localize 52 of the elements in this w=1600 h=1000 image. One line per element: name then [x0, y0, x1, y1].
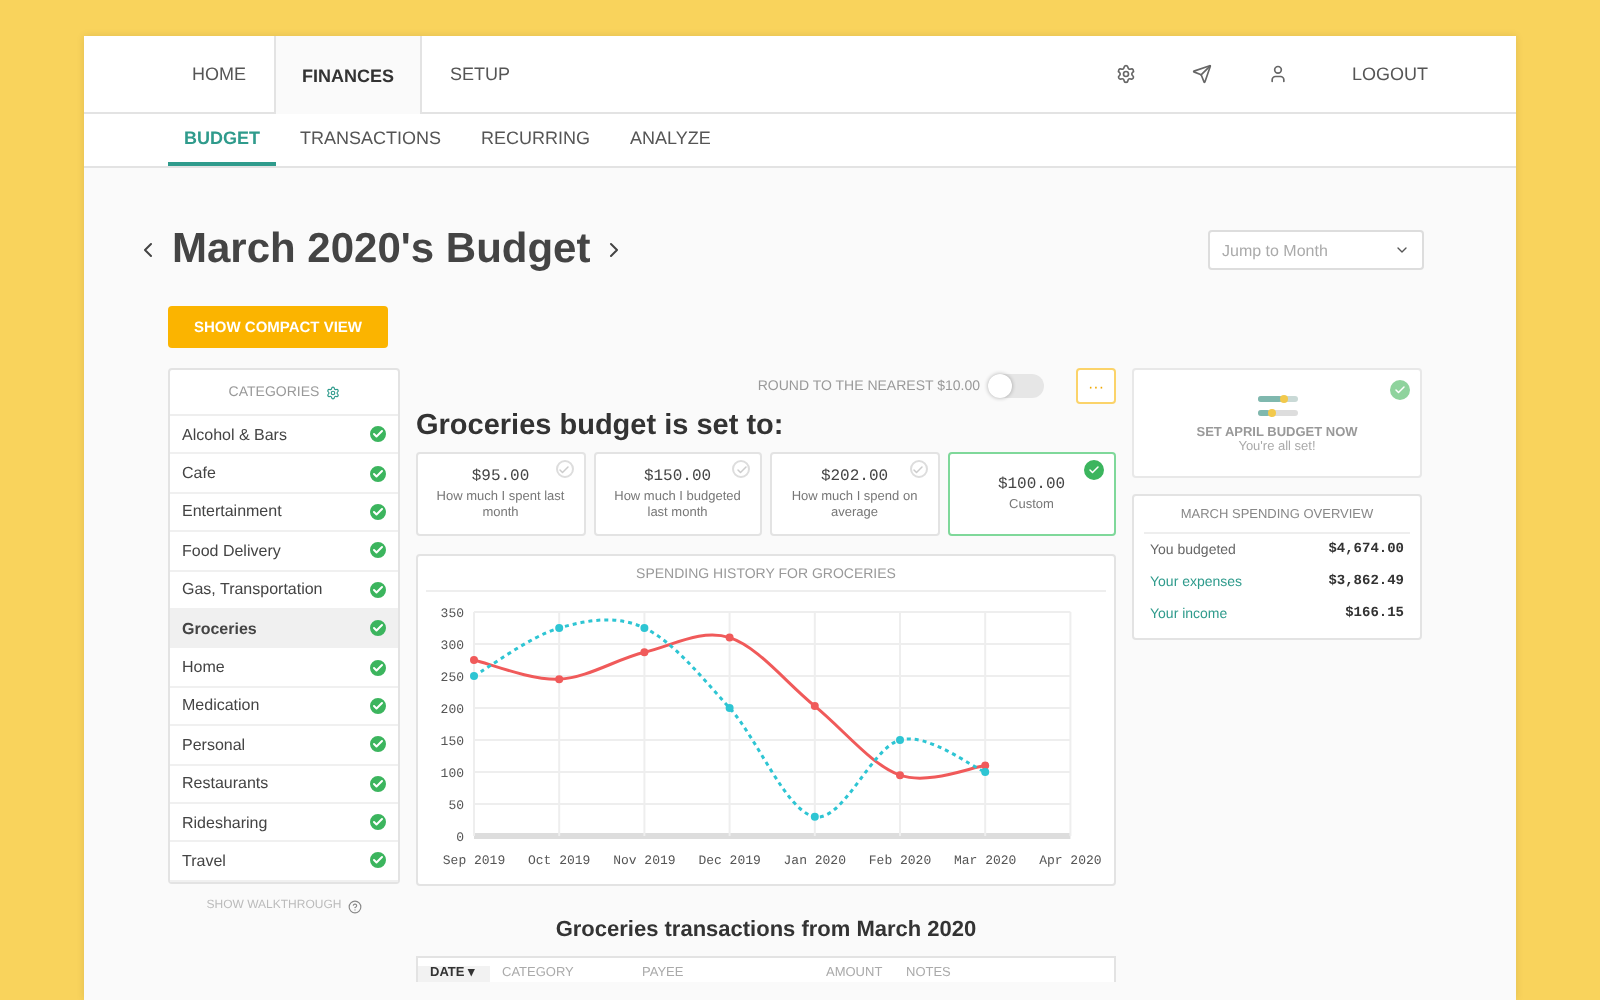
budget-heading: Groceries budget is set to:	[416, 410, 786, 442]
check-icon	[1084, 460, 1104, 480]
option-amount: $202.00	[820, 467, 889, 485]
category-item[interactable]: Groceries	[170, 609, 398, 649]
category-label: Groceries	[182, 619, 257, 638]
data-point	[896, 736, 904, 744]
paper-plane-icon[interactable]	[1191, 64, 1212, 84]
transactions-title: Groceries transactions from March 2020	[553, 918, 979, 942]
category-label: Personal	[182, 735, 246, 754]
caret-icon	[1394, 242, 1410, 258]
category-label: Travel	[182, 851, 226, 870]
data-point	[470, 656, 478, 664]
category-label: Food Delivery	[182, 541, 281, 560]
category-item[interactable]: Medication	[170, 687, 398, 727]
logout-link[interactable]: LOGOUT	[1351, 64, 1428, 84]
check-icon	[909, 460, 927, 478]
data-point	[896, 771, 904, 780]
data-point	[810, 812, 819, 821]
data-point	[640, 624, 649, 632]
data-point	[555, 675, 564, 684]
round-toggle-switch[interactable]	[988, 374, 1044, 398]
page-title: March 2020's Budget	[172, 226, 591, 274]
sliders-icon	[1257, 393, 1297, 419]
option-amount: $100.00	[997, 475, 1066, 493]
option-amount: $95.00	[471, 467, 530, 485]
category-label: Restaurants	[182, 774, 269, 793]
data-point	[810, 702, 819, 711]
category-item[interactable]: Restaurants	[170, 765, 398, 804]
data-point	[555, 624, 564, 632]
nav-tab[interactable]: FINANCES	[274, 36, 423, 114]
sub-nav-tab[interactable]: RECURRING	[465, 114, 607, 166]
help-icon[interactable]	[347, 899, 362, 914]
category-label: Ridesharing	[182, 813, 268, 832]
check-icon	[732, 460, 750, 478]
category-label: Entertainment	[182, 502, 282, 521]
category-label: Alcohol & Bars	[182, 425, 287, 444]
category-label: Cafe	[182, 464, 216, 483]
settings-icon[interactable]	[325, 385, 340, 399]
settings-icon[interactable]	[1115, 64, 1136, 84]
sub-nav-tab[interactable]: ANALYZE	[614, 114, 727, 166]
sub-nav-tab[interactable]: TRANSACTIONS	[284, 114, 458, 166]
check-icon	[555, 460, 573, 478]
category-item[interactable]: Gas, Transportation	[170, 571, 398, 610]
data-point	[640, 648, 649, 657]
data-point	[470, 672, 478, 680]
data-point	[725, 704, 734, 712]
category-label: Home	[182, 658, 225, 677]
option-amount: $150.00	[643, 467, 712, 485]
category-label: Gas, Transportation	[182, 580, 323, 599]
data-point	[725, 633, 734, 642]
category-label: Medication	[182, 696, 260, 715]
user-icon[interactable]	[1267, 64, 1288, 84]
